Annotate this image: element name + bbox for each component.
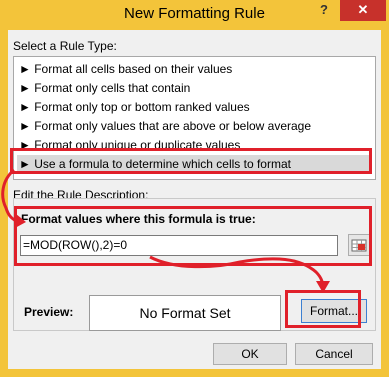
ok-button[interactable]: OK	[213, 343, 287, 365]
rule-type-item[interactable]: ► Format only values that are above or b…	[17, 117, 372, 136]
help-icon[interactable]: ?	[310, 0, 338, 22]
cancel-button[interactable]: Cancel	[295, 343, 373, 365]
close-icon[interactable]: ✕	[340, 0, 386, 21]
rule-type-item[interactable]: ► Format all cells based on their values	[17, 60, 372, 79]
rule-type-label: Select a Rule Type:	[13, 39, 117, 53]
rule-type-item[interactable]: ► Format only cells that contain	[17, 79, 372, 98]
title-bar[interactable]: New Formatting Rule ? ✕	[0, 0, 389, 29]
highlight-box-formula	[14, 206, 372, 266]
preview-label: Preview:	[24, 305, 74, 319]
highlight-box-selected-rule	[10, 148, 372, 174]
highlight-box-format-button	[285, 290, 361, 328]
rule-type-item[interactable]: ► Format only top or bottom ranked value…	[17, 98, 372, 117]
format-preview: No Format Set	[89, 295, 281, 331]
